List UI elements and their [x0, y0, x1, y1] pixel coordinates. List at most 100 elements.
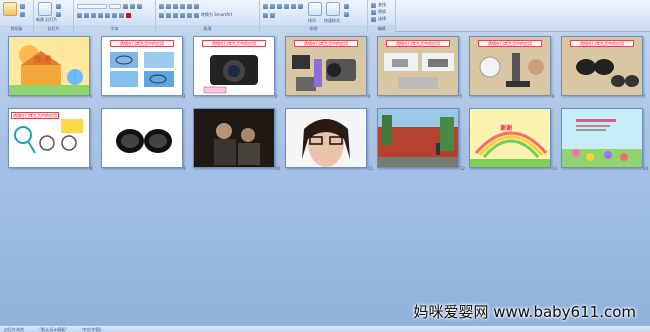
shape-arrow-icon[interactable] [284, 3, 289, 9]
quick-styles-icon[interactable] [326, 2, 340, 16]
shape-callout-icon[interactable] [263, 12, 268, 18]
arrange-icon[interactable] [308, 2, 322, 16]
copy-icon[interactable] [20, 11, 25, 17]
line-spacing-icon[interactable] [187, 3, 192, 9]
underline-icon[interactable] [91, 12, 96, 18]
numbering-icon[interactable] [166, 3, 171, 9]
slide-thumbnail[interactable] [101, 108, 183, 168]
new-slide-label[interactable]: 新建 幻灯片 [36, 17, 57, 23]
slide-2-art [110, 52, 174, 87]
shape-oval-icon[interactable] [277, 3, 282, 9]
select-label[interactable]: 选择 [378, 16, 386, 22]
bold-icon[interactable] [77, 12, 82, 18]
slide-thumbnail[interactable] [193, 108, 275, 168]
slide-number: 9 [183, 166, 186, 171]
slide-thumbnail[interactable]: 透镜在日常生活中的应用 [285, 36, 367, 96]
smartart-label[interactable]: 转换为 SmartArt [201, 12, 232, 18]
street-photo [378, 109, 458, 167]
ribbon-group-label: 编辑 [368, 25, 395, 32]
slide-number: 12 [460, 166, 466, 171]
slide-number: 4 [368, 94, 371, 99]
paste-icon[interactable] [3, 2, 17, 16]
align-center-icon[interactable] [166, 12, 171, 18]
elderly-photo [194, 109, 274, 167]
layout-icon[interactable] [56, 3, 61, 9]
font-color-icon[interactable] [126, 12, 131, 18]
align-right-icon[interactable] [173, 12, 178, 18]
shape-star-icon[interactable] [291, 3, 296, 9]
cut-icon[interactable] [20, 3, 25, 9]
magnifier-image [14, 119, 83, 154]
projector-image [384, 53, 454, 89]
font-family-select[interactable] [77, 3, 107, 9]
quick-styles-label[interactable]: 快速样式 [324, 18, 340, 24]
ribbon-group-label: 绘图 [260, 25, 367, 32]
slide-thumbnail[interactable]: 透镜在日常生活中的应用 [469, 36, 551, 96]
slide-thumbnail[interactable] [285, 108, 367, 168]
slide-thumbnail[interactable]: 谢谢 [469, 108, 551, 168]
increase-indent-icon[interactable] [180, 3, 185, 9]
slide-title: 谢谢 [500, 125, 513, 132]
ribbon-group-label: 段落 [156, 25, 259, 32]
grow-font-icon[interactable] [123, 3, 128, 9]
find-icon[interactable] [371, 2, 376, 8]
status-theme: "默认设计模板" [39, 327, 67, 332]
slide-number: 10 [275, 166, 281, 171]
slide-number: 14 [643, 166, 649, 171]
ribbon-group-label: 幻灯片 [34, 25, 73, 32]
justify-icon[interactable] [180, 12, 185, 18]
slide-thumbnail[interactable]: 透镜在日常生活中的应用 [101, 36, 183, 96]
case-icon[interactable] [119, 12, 124, 18]
ribbon-group-font: 字体 [74, 0, 156, 32]
shape-rect-icon[interactable] [270, 3, 275, 9]
slide-number: 3 [275, 94, 278, 99]
bullets-icon[interactable] [159, 3, 164, 9]
slide-thumbnail[interactable]: 透镜在日常生活中的应用 [561, 36, 643, 96]
slide-number: 1 [90, 94, 93, 99]
replace-icon[interactable] [371, 9, 376, 15]
shape-more-icon[interactable] [298, 3, 303, 9]
microscope-image [479, 53, 544, 87]
slide-number: 7 [643, 94, 646, 99]
select-icon[interactable] [371, 16, 376, 22]
columns-icon[interactable] [187, 12, 192, 18]
italic-icon[interactable] [84, 12, 89, 18]
text-direction-icon[interactable] [194, 3, 199, 9]
slide-14-art [562, 109, 642, 167]
slide-thumbnail[interactable]: 透镜在日常生活中的应用 [377, 36, 459, 96]
slide-number: 2 [183, 94, 186, 99]
shadow-icon[interactable] [105, 12, 110, 18]
shape-brace-icon[interactable] [270, 12, 275, 18]
reset-icon[interactable] [56, 11, 61, 17]
strike-icon[interactable] [98, 12, 103, 18]
shrink-font-icon[interactable] [130, 3, 135, 9]
slide-thumbnail[interactable] [561, 108, 643, 168]
goggles-image [116, 129, 172, 153]
slide-thumbnail[interactable]: 透镜 [8, 36, 90, 96]
slide-thumbnail[interactable]: 透镜在日常生活中的应用 [193, 36, 275, 96]
outline-icon[interactable] [344, 11, 349, 17]
decrease-indent-icon[interactable] [173, 3, 178, 9]
new-slide-icon[interactable] [38, 2, 52, 16]
ribbon-group-editing: 查找 替换 选择 编辑 [368, 0, 396, 32]
portrait-photo [286, 109, 366, 167]
slide-number: 11 [368, 166, 374, 171]
ribbon-group-clipboard: 剪贴板 [0, 0, 34, 32]
fill-icon[interactable] [344, 3, 349, 9]
ribbon-group-slides: 新建 幻灯片 幻灯片 [34, 0, 74, 32]
slide-thumbnail[interactable]: 透镜在日常生活中的应用 [8, 108, 90, 168]
smartart-icon[interactable] [194, 12, 199, 18]
replace-label[interactable]: 替换 [378, 9, 386, 15]
camcorder-image [292, 55, 356, 91]
shape-line-icon[interactable] [263, 3, 268, 9]
ribbon-group-label: 字体 [74, 25, 155, 32]
find-label[interactable]: 查找 [378, 2, 386, 8]
slide-1-art: 透镜 [9, 37, 89, 95]
spacing-icon[interactable] [112, 12, 117, 18]
align-left-icon[interactable] [159, 12, 164, 18]
font-size-select[interactable] [109, 3, 121, 9]
slide-thumbnail[interactable] [377, 108, 459, 168]
svg-text:透镜: 透镜 [33, 54, 51, 66]
arrange-label[interactable]: 排列 [308, 18, 316, 24]
clear-format-icon[interactable] [137, 3, 142, 9]
